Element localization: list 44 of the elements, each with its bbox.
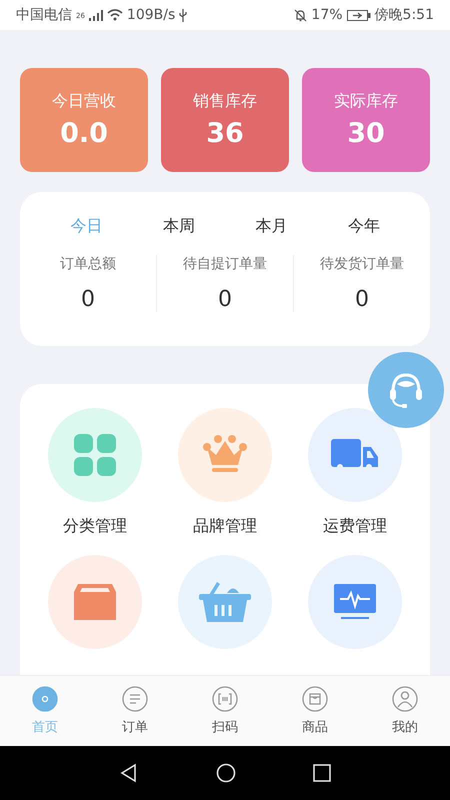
carrier-name: 中国电信	[16, 6, 72, 24]
box-icon	[74, 584, 116, 620]
user-icon	[392, 686, 418, 712]
period-tab[interactable]: 本周	[154, 210, 203, 243]
list-icon	[122, 686, 148, 712]
nav-tab[interactable]: 商品	[270, 676, 360, 746]
scan-icon	[212, 686, 238, 712]
order-stat-label: 订单总额	[60, 255, 116, 273]
order-stat-label: 待发货订单量	[320, 255, 404, 273]
battery-level: 17%	[311, 7, 343, 23]
clock-time: 傍晚5:51	[374, 6, 434, 24]
order-stat-value: 0	[355, 287, 369, 312]
period-tab[interactable]: 今年	[340, 210, 388, 243]
function-label: 品牌管理	[193, 516, 257, 537]
disc-icon	[32, 686, 58, 712]
back-icon[interactable]	[118, 763, 139, 783]
stat-label: 实际库存	[334, 91, 398, 112]
basket-icon	[199, 582, 251, 622]
stat-value: 36	[206, 118, 244, 149]
recents-icon[interactable]	[313, 764, 332, 782]
grid-icon	[73, 433, 117, 477]
nav-tab[interactable]: 订单	[90, 676, 180, 746]
wifi-icon	[106, 9, 123, 21]
monitor-icon	[334, 584, 376, 620]
nav-tab[interactable]: 扫码	[180, 676, 270, 746]
stat-value: 30	[347, 118, 385, 149]
order-stat-label: 待自提订单量	[183, 255, 267, 273]
stat-value: 0.0	[60, 118, 108, 149]
stat-label: 销售库存	[193, 91, 257, 112]
nav-tab[interactable]: 我的	[360, 676, 450, 746]
signal-icon	[88, 10, 103, 20]
function-label: 运费管理	[323, 516, 387, 537]
battery-icon	[346, 10, 371, 20]
home-icon[interactable]	[216, 763, 236, 783]
function-label: 分类管理	[63, 516, 127, 537]
crown-icon	[202, 435, 248, 475]
mute-bell-icon	[294, 8, 308, 22]
order-stat-value: 0	[218, 287, 232, 312]
period-tab[interactable]: 本月	[247, 210, 296, 243]
network-speed: 109B/s	[126, 7, 176, 23]
bag-icon	[302, 686, 328, 712]
order-stat-value: 0	[81, 287, 95, 312]
usb-icon	[179, 8, 188, 22]
stat-label: 今日营收	[52, 91, 116, 112]
